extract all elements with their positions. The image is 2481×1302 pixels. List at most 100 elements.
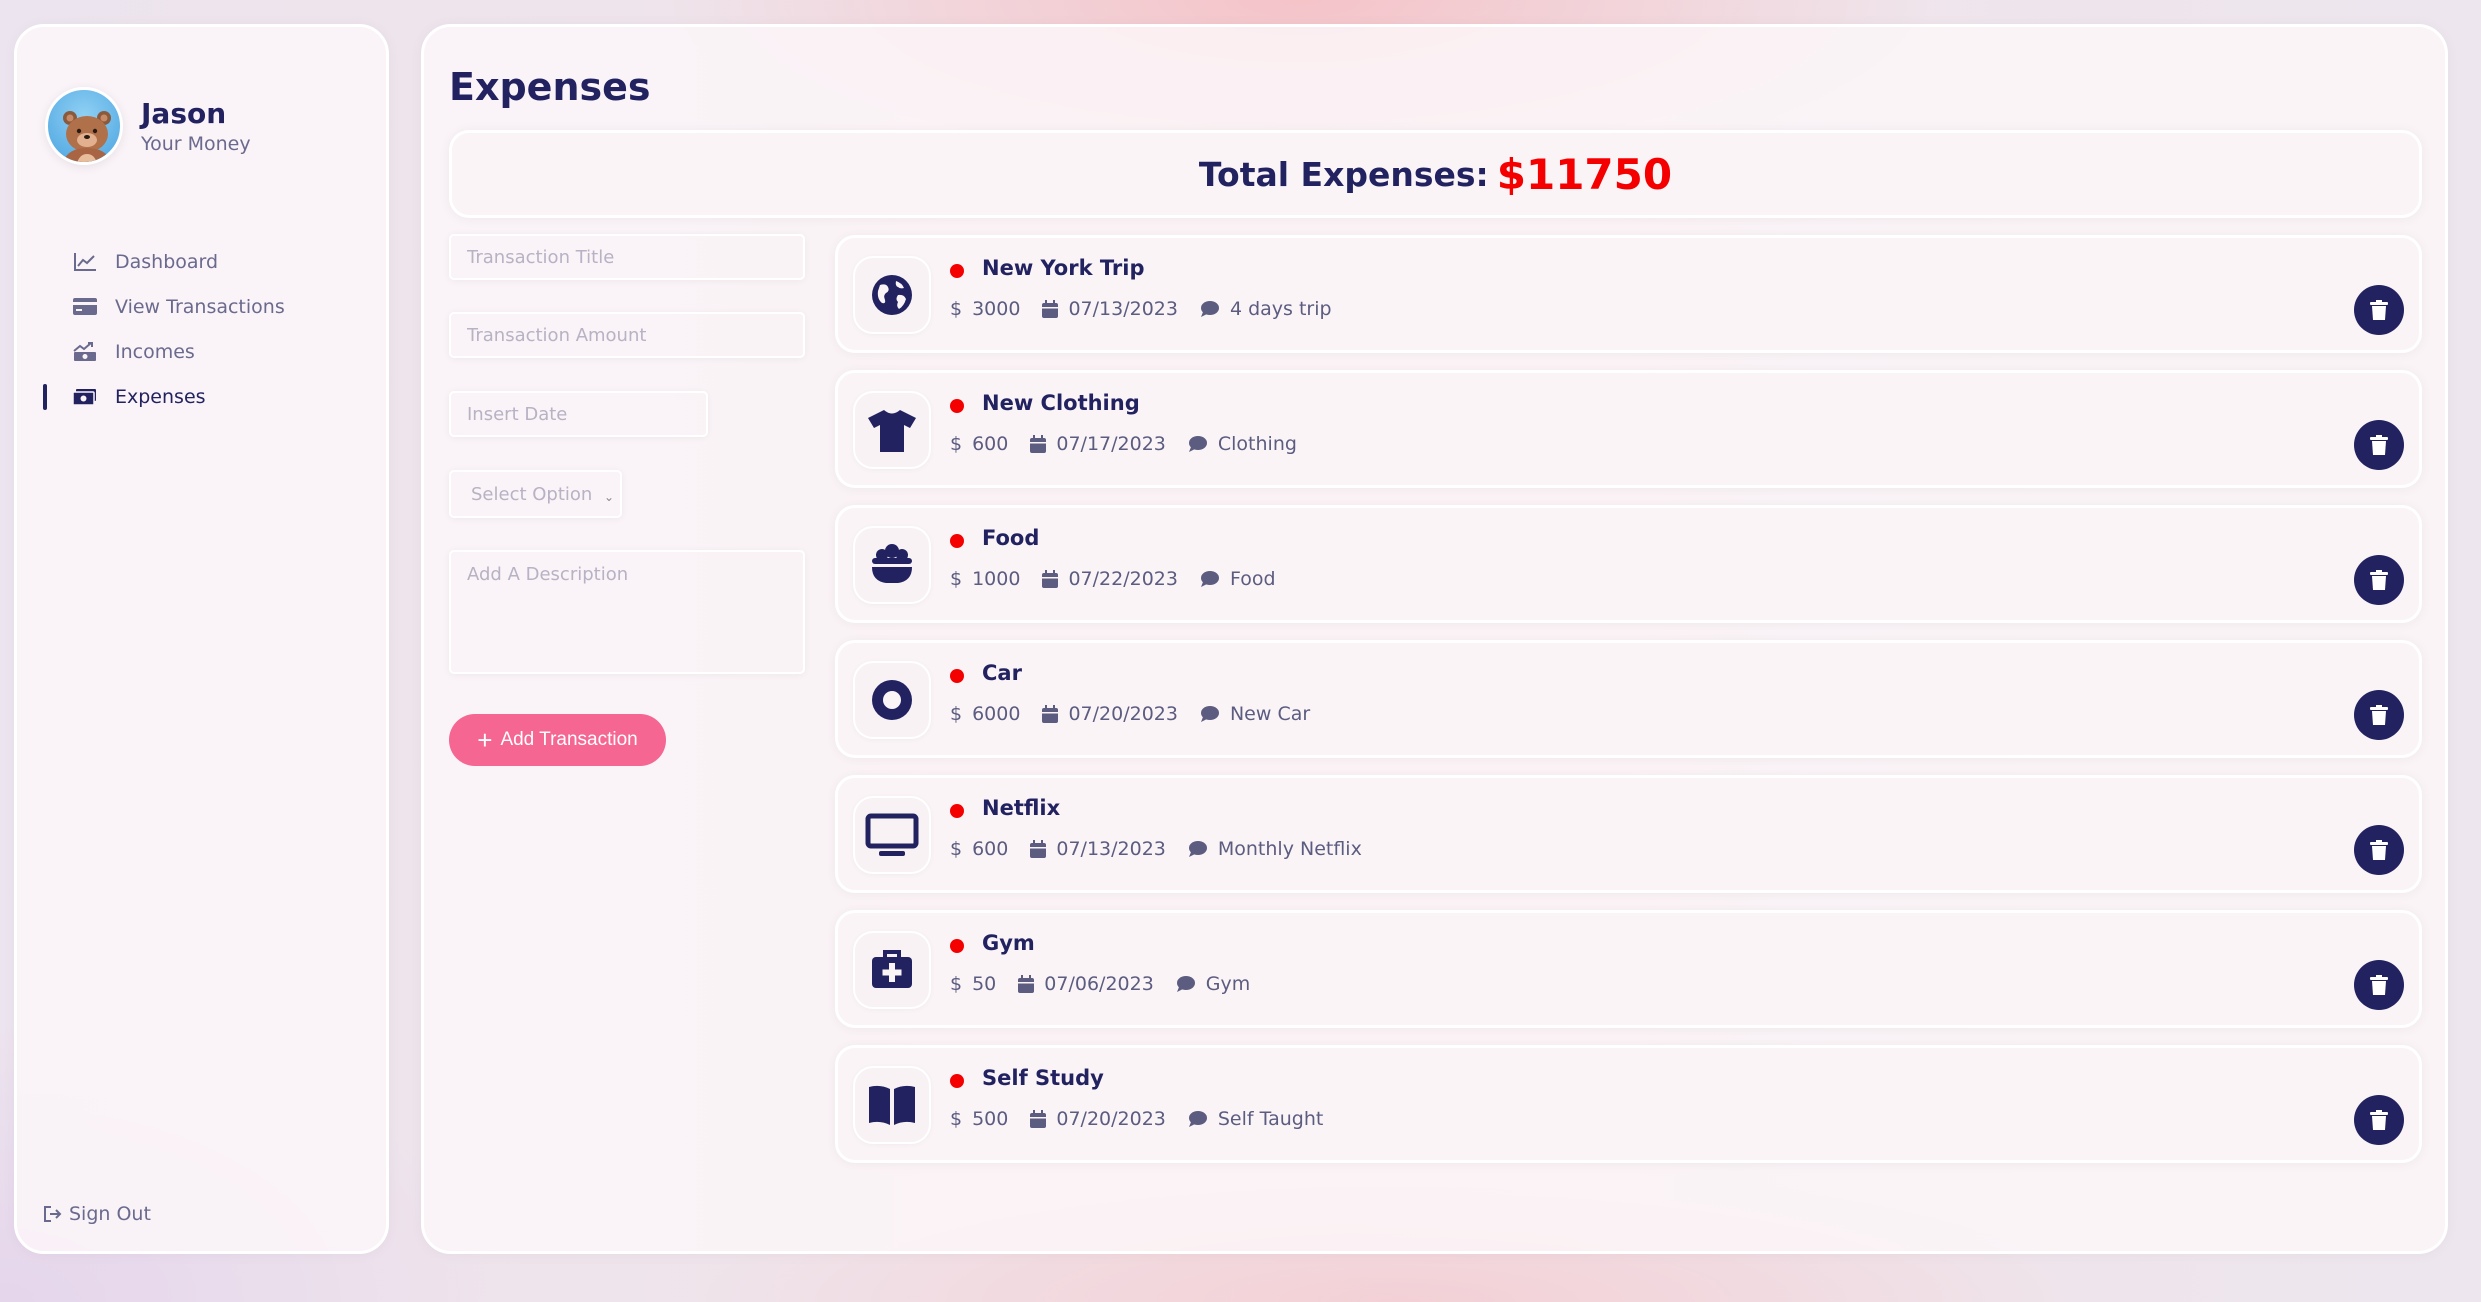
- expense-description: Gym: [1205, 973, 1251, 995]
- expense-item: Food $1000 07/22/2023 Food: [835, 505, 2422, 623]
- comment-icon: [1200, 570, 1220, 588]
- expense-indicator-dot: [950, 264, 964, 278]
- sign-out-icon: [44, 1206, 62, 1222]
- expense-amount: 6000: [972, 703, 1021, 725]
- comment-icon: [1188, 435, 1208, 453]
- expense-meta: $500 07/20/2023 Self Taught: [950, 1108, 1345, 1130]
- expense-description: Self Taught: [1217, 1108, 1324, 1130]
- trash-icon: [2370, 570, 2388, 590]
- expense-meta: $3000 07/13/2023 4 days trip: [950, 298, 1354, 320]
- dollar-icon: $: [950, 973, 963, 995]
- sidebar-item-label: Dashboard: [115, 250, 219, 273]
- expense-amount: 600: [972, 838, 1009, 860]
- expense-item: New York Trip $3000 07/13/2023 4 days tr…: [835, 235, 2422, 353]
- expense-amount: 500: [972, 1108, 1009, 1130]
- transaction-amount-input[interactable]: [449, 312, 805, 358]
- delete-button[interactable]: [2354, 420, 2404, 470]
- expense-indicator-dot: [950, 534, 964, 548]
- dollar-icon: $: [950, 568, 963, 590]
- expense-amount: 1000: [972, 568, 1021, 590]
- sidebar-item-expenses[interactable]: Expenses: [43, 374, 285, 419]
- delete-button[interactable]: [2354, 960, 2404, 1010]
- sidebar-item-incomes[interactable]: Incomes: [43, 329, 285, 374]
- calendar-icon: [1030, 840, 1047, 858]
- comment-icon: [1200, 300, 1220, 318]
- expense-item: Gym $50 07/06/2023 Gym: [835, 910, 2422, 1028]
- expense-title: New Clothing: [982, 391, 1140, 415]
- expense-title: Car: [982, 661, 1022, 685]
- calendar-icon: [1042, 570, 1059, 588]
- expense-date: 07/13/2023: [1068, 298, 1178, 320]
- add-transaction-label: Add Transaction: [500, 729, 638, 750]
- expense-amount: 600: [972, 433, 1009, 455]
- dollar-icon: $: [950, 298, 963, 320]
- expense-date: 07/06/2023: [1044, 973, 1154, 995]
- calendar-icon: [1018, 975, 1035, 993]
- expense-indicator-dot: [950, 1074, 964, 1088]
- transaction-title-input[interactable]: [449, 234, 805, 280]
- food-bowl-icon: [853, 526, 931, 604]
- globe-icon: [853, 256, 931, 334]
- calendar-icon: [1030, 435, 1047, 453]
- expense-date: 07/17/2023: [1056, 433, 1166, 455]
- delete-button[interactable]: [2354, 285, 2404, 335]
- delete-button[interactable]: [2354, 690, 2404, 740]
- expense-date: 07/20/2023: [1056, 1108, 1166, 1130]
- expense-meta: $6000 07/20/2023 New Car: [950, 703, 1332, 725]
- expense-item: Netflix $600 07/13/2023 Monthly Netflix: [835, 775, 2422, 893]
- trash-icon: [2370, 300, 2388, 320]
- comment-icon: [1200, 705, 1220, 723]
- page-title: Expenses: [449, 65, 651, 109]
- category-select-value: Select Option: [471, 483, 593, 505]
- sidebar-item-label: View Transactions: [115, 295, 285, 318]
- avatar: [45, 87, 123, 165]
- money-bill-icon: [72, 387, 97, 407]
- expense-date: 07/22/2023: [1068, 568, 1178, 590]
- sidebar-item-label: Expenses: [115, 385, 206, 408]
- delete-button[interactable]: [2354, 555, 2404, 605]
- tv-icon: [853, 796, 931, 874]
- expense-meta: $1000 07/22/2023 Food: [950, 568, 1298, 590]
- expense-title: Self Study: [982, 1066, 1104, 1090]
- dollar-icon: $: [950, 433, 963, 455]
- expense-meta: $600 07/17/2023 Clothing: [950, 433, 1319, 455]
- delete-button[interactable]: [2354, 825, 2404, 875]
- dollar-icon: $: [950, 838, 963, 860]
- tshirt-icon: [853, 391, 931, 469]
- user-subtitle: Your Money: [141, 133, 251, 155]
- total-expenses-box: Total Expenses: $11750: [449, 130, 2422, 218]
- expense-description: Monthly Netflix: [1217, 838, 1362, 860]
- expense-amount: 3000: [972, 298, 1021, 320]
- category-select[interactable]: Select Option ⌄: [449, 470, 622, 518]
- book-icon: [853, 1066, 931, 1144]
- comment-icon: [1188, 840, 1208, 858]
- sidebar-menu: Dashboard View Transactions Incomes Expe…: [43, 239, 285, 419]
- expense-description: Clothing: [1217, 433, 1297, 455]
- expense-title: New York Trip: [982, 256, 1145, 280]
- expense-description: 4 days trip: [1229, 298, 1332, 320]
- expense-title: Gym: [982, 931, 1035, 955]
- expense-meta: $50 07/06/2023 Gym: [950, 973, 1272, 995]
- expense-date: 07/20/2023: [1068, 703, 1178, 725]
- sidebar-item-dashboard[interactable]: Dashboard: [43, 239, 285, 284]
- sidebar-item-label: Incomes: [115, 340, 195, 363]
- expense-indicator-dot: [950, 939, 964, 953]
- sign-out-button[interactable]: Sign Out: [43, 1203, 151, 1225]
- expense-amount: 50: [972, 973, 997, 995]
- user-profile: Jason Your Money: [45, 87, 251, 165]
- expense-item: Car $6000 07/20/2023 New Car: [835, 640, 2422, 758]
- insert-date-input[interactable]: [449, 391, 708, 437]
- description-textarea[interactable]: [449, 550, 805, 674]
- calendar-icon: [1042, 300, 1059, 318]
- sidebar-item-view-transactions[interactable]: View Transactions: [43, 284, 285, 329]
- trash-icon: [2370, 975, 2388, 995]
- dollar-icon: $: [950, 1108, 963, 1130]
- add-transaction-button[interactable]: + Add Transaction: [449, 714, 666, 766]
- car-wheel-icon: [853, 661, 931, 739]
- expense-description: Food: [1229, 568, 1276, 590]
- chevron-down-icon: ⌄: [603, 490, 614, 504]
- expense-description: New Car: [1229, 703, 1311, 725]
- total-expenses-label: Total Expenses:: [1198, 154, 1489, 194]
- delete-button[interactable]: [2354, 1095, 2404, 1145]
- money-trend-up-icon: [73, 342, 97, 362]
